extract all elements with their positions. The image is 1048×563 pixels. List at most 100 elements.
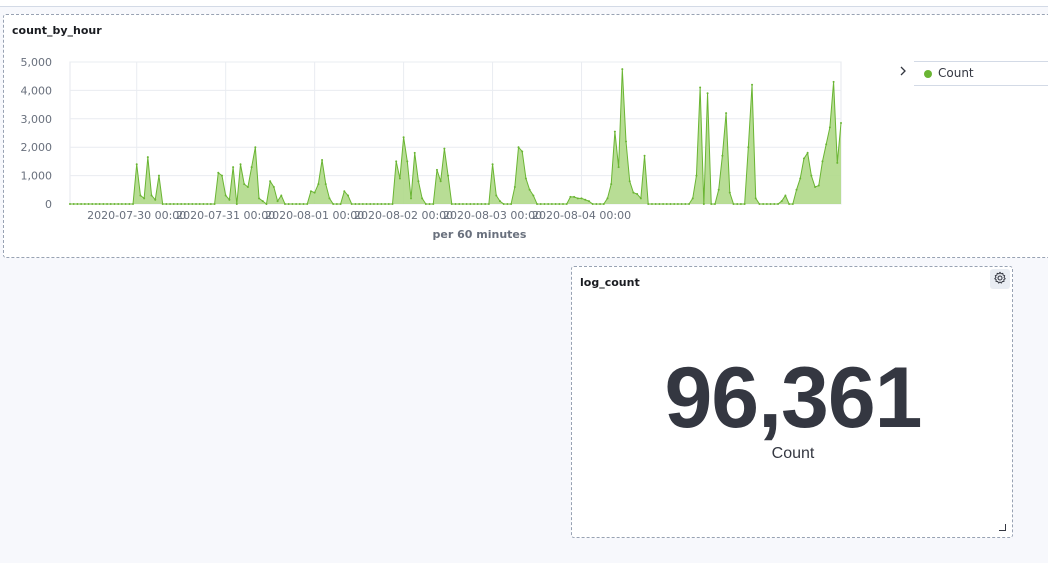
data-point [532,194,535,197]
data-point [343,190,346,193]
data-point [69,203,71,205]
data-point [713,203,716,205]
data-point [165,203,168,205]
y-tick-label: 5,000 [21,56,53,69]
data-point [228,198,231,201]
data-point [283,203,286,205]
data-point [840,122,842,125]
data-point [324,183,327,186]
data-point [369,203,372,205]
data-point [536,203,539,205]
data-point [398,177,401,180]
data-point [721,154,724,157]
data-point [113,203,116,205]
data-point [365,203,368,205]
data-point [254,146,257,149]
data-point [528,188,531,191]
data-point [699,86,702,89]
data-point [347,194,349,197]
data-point [673,203,676,205]
data-point [269,180,272,183]
data-point [335,203,338,205]
data-point [176,203,179,205]
area-chart: 0 1,000 2,000 3,000 4,000 5,000 2020-07-30 00:… [21,56,842,241]
data-point [128,203,131,205]
data-point [806,151,809,154]
data-point [562,203,564,205]
data-point [728,191,731,194]
data-point [435,168,438,171]
data-point [258,197,261,200]
data-point [232,166,235,169]
data-point [769,203,772,205]
data-point [91,203,94,205]
data-point [458,203,461,205]
data-point [261,200,264,203]
data-point [665,203,668,205]
data-point [773,203,776,205]
data-point [506,203,509,205]
data-point [476,203,479,205]
data-point [706,92,709,95]
data-point [739,203,742,205]
x-tick-label: 2020-08-03 00:00 [443,209,542,222]
data-point [625,140,628,143]
data-point [628,180,631,183]
data-point [725,112,728,115]
data-point [573,195,576,198]
data-point [220,174,223,177]
data-point [791,203,794,205]
chevron-right-icon[interactable] [896,65,910,79]
data-point [495,194,498,197]
data-point [120,203,123,205]
data-point [80,203,83,205]
data-point [272,185,275,188]
data-point [484,203,487,205]
data-point [636,193,639,196]
settings-button[interactable] [990,269,1010,289]
x-axis-title: per 60 minutes [433,228,527,241]
count-by-hour-panel[interactable]: 0 1,000 2,000 3,000 4,000 5,000 2020-07-30 00:… [3,14,1048,258]
data-point [780,200,783,203]
data-point [836,161,839,164]
data-point [206,203,209,205]
data-point [576,197,579,200]
data-point [584,198,587,201]
data-point [354,203,357,205]
log-count-panel[interactable]: log_count 96,361 Count [571,266,1013,538]
data-point [547,203,550,205]
data-point [510,203,513,205]
x-tick-label: 2020-08-02 00:00 [354,209,453,222]
data-point [361,203,364,205]
data-point [732,203,735,205]
data-point [410,197,413,200]
data-point [139,194,142,197]
data-point [565,203,568,205]
data-point [94,203,97,205]
series-area-count [70,69,841,204]
data-point [613,130,616,133]
data-point [521,150,524,153]
data-point [543,203,546,205]
panel-title: log_count [580,276,640,289]
data-point [788,203,791,205]
data-point [154,198,157,201]
data-point [832,80,835,83]
gear-icon [993,270,1007,289]
data-point [102,203,105,205]
data-point [465,203,468,205]
data-point [384,203,387,205]
legend-item-count[interactable]: Count [914,61,1048,86]
resize-icon[interactable] [999,524,1006,531]
y-tick-label: 1,000 [21,170,53,183]
data-point [828,126,831,129]
data-point [825,143,828,146]
data-point [328,197,331,200]
data-point [117,203,120,205]
data-point [76,203,79,205]
data-point [669,203,672,205]
data-point [313,191,316,194]
metric-value: 96,361 [664,350,922,446]
data-point [517,146,520,149]
data-point [243,183,246,186]
